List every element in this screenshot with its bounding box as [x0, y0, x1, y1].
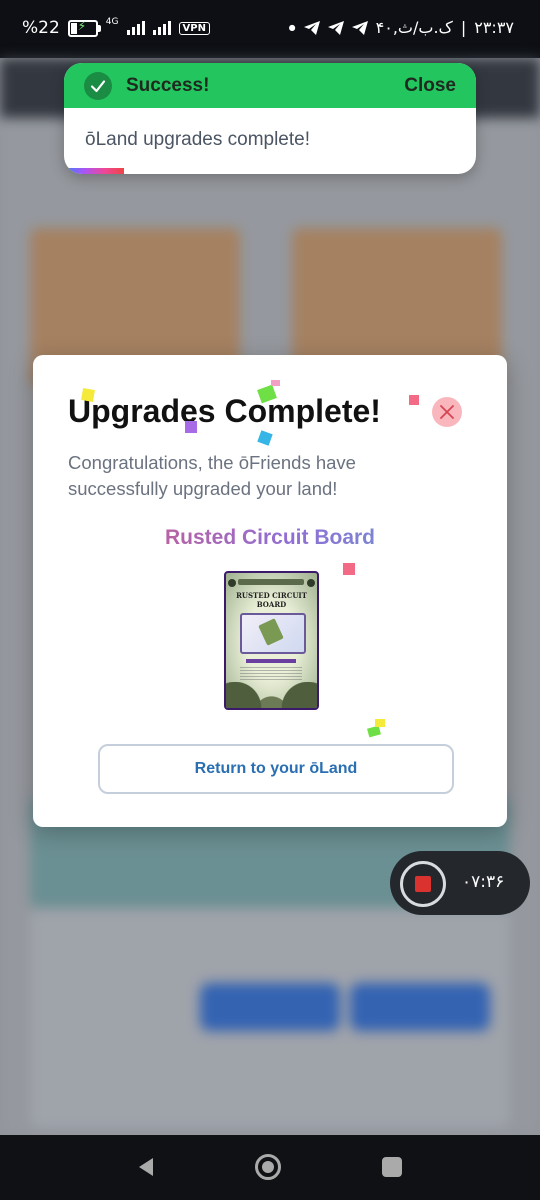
record-stop-button[interactable] [400, 861, 446, 907]
card-border-art [226, 682, 317, 708]
modal-close-button[interactable] [432, 397, 462, 427]
battery-icon: ⚡ [67, 19, 101, 37]
modal-message: Congratulations, the ōFriends have succe… [68, 452, 356, 499]
status-bar-left: %22 ⚡ 4G VPN [22, 17, 210, 38]
confetti-piece [367, 725, 381, 738]
confetti-piece [257, 430, 273, 446]
vpn-badge: VPN [178, 21, 210, 35]
modal-title: Upgrades Complete! [68, 393, 381, 429]
confetti-piece [185, 421, 197, 433]
status-separator: | [460, 18, 467, 37]
recents-icon[interactable] [382, 1157, 402, 1177]
confetti-piece [343, 563, 355, 575]
battery-percent: %22 [22, 18, 60, 38]
home-icon[interactable] [255, 1154, 281, 1180]
upgrade-complete-modal: Upgrades Complete! Congratulations, the … [33, 355, 507, 827]
telegram-icon [351, 20, 368, 35]
card-description [240, 667, 302, 681]
success-toast: Success! Close ōLand upgrades complete! [64, 63, 476, 174]
navigation-bar [0, 1135, 540, 1200]
network-type: 4G [105, 17, 119, 27]
status-bar: %22 ⚡ 4G VPN ● ۴۰,ک.ب/ث | ۲۳:۳۷ [0, 0, 540, 58]
back-icon[interactable] [135, 1156, 157, 1178]
toast-message: ōLand upgrades complete! [85, 129, 310, 150]
notification-dot-icon: ● [288, 23, 296, 32]
confetti-piece [375, 719, 385, 727]
return-to-land-button[interactable]: Return to your ōLand [98, 744, 454, 794]
toast-header: Success! Close [64, 63, 476, 108]
card-rarity-bar [246, 659, 296, 663]
recording-timer: ۰۷:۳۶ [462, 872, 505, 892]
network-speed: ۴۰,ک.ب/ث [375, 18, 453, 37]
telegram-icon [327, 20, 344, 35]
card-header-strip [238, 579, 304, 585]
status-bar-right: ● ۴۰,ک.ب/ث | ۲۳:۳۷ [289, 18, 514, 37]
card-artwork [240, 613, 306, 654]
item-name: Rusted Circuit Board [33, 526, 507, 550]
signal-icon [126, 21, 145, 35]
card-corner-icon [307, 579, 315, 587]
close-icon [440, 405, 454, 419]
signal-icon-2 [152, 21, 171, 35]
toast-title: Success! [126, 74, 210, 96]
confetti-piece [271, 380, 280, 386]
toast-close-button[interactable]: Close [404, 75, 456, 97]
toast-progress-bar [64, 168, 124, 174]
confetti-piece [409, 395, 419, 405]
circuit-board-icon [258, 618, 284, 646]
card-title: RUSTED CIRCUIT BOARD [236, 591, 307, 609]
record-stop-icon [415, 876, 431, 892]
confetti-piece [81, 388, 95, 402]
screen-recorder: ۰۷:۳۶ [390, 851, 530, 915]
telegram-icon [303, 20, 320, 35]
card-corner-icon [228, 579, 236, 587]
item-card: RUSTED CIRCUIT BOARD [224, 571, 319, 710]
check-icon [84, 71, 112, 100]
clock: ۲۳:۳۷ [474, 18, 514, 37]
